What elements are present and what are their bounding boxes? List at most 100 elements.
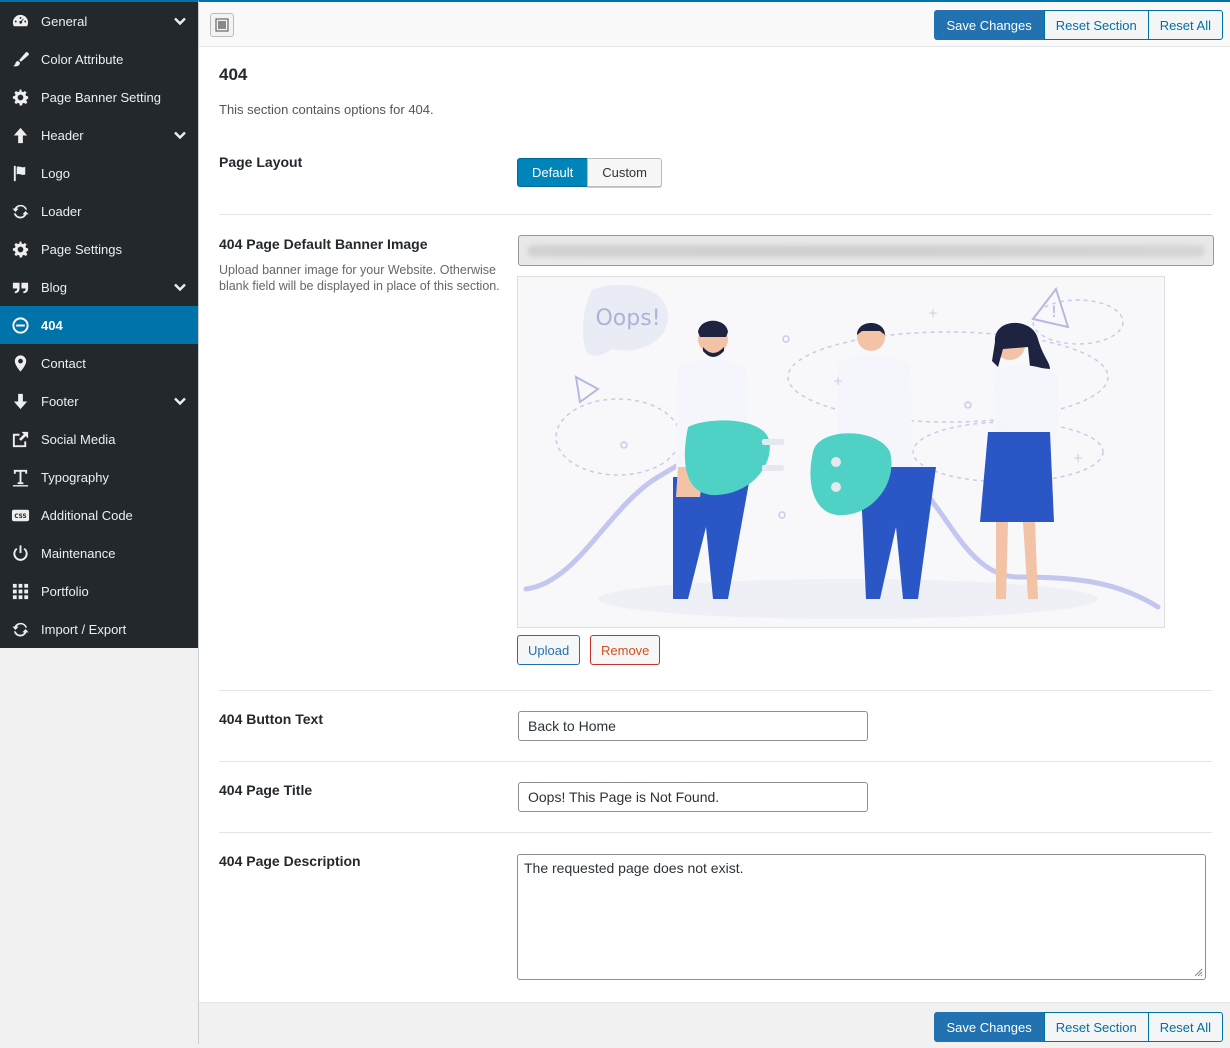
sidebar-item-label: Loader [41, 203, 82, 219]
quote-icon [10, 277, 30, 297]
svg-text:CSS: CSS [14, 513, 26, 519]
chevron-down-icon[interactable] [173, 128, 187, 142]
save-changes-button[interactable]: Save Changes [934, 1012, 1044, 1042]
sidebar-item-social-media[interactable]: Social Media [0, 420, 198, 458]
sidebar-item-color-attribute[interactable]: Color Attribute [0, 40, 198, 78]
button-text-input[interactable]: Back to Home [518, 711, 868, 741]
sidebar-item-maintenance[interactable]: Maintenance [0, 534, 198, 572]
oops-illustration-image: Oops! ! + + + [518, 277, 1164, 627]
sidebar-item-additional-code[interactable]: CSS Additional Code [0, 496, 198, 534]
save-changes-button[interactable]: Save Changes [934, 10, 1044, 40]
sidebar-item-label: Additional Code [41, 507, 133, 523]
sidebar-item-label: 404 [41, 317, 63, 333]
sidebar-item-general[interactable]: General [0, 2, 198, 40]
dashboard-gauge-icon [10, 11, 30, 31]
sidebar-item-label: Header [41, 127, 84, 143]
sidebar-item-typography[interactable]: Typography [0, 458, 198, 496]
layout-toggle-button[interactable] [210, 13, 234, 37]
button-text-label: 404 Button Text [219, 711, 323, 727]
sidebar-item-page-banner-setting[interactable]: Page Banner Setting [0, 78, 198, 116]
chevron-down-icon[interactable] [173, 280, 187, 294]
sidebar-item-label: Page Banner Setting [41, 89, 161, 105]
options-panel: Save Changes Reset Section Reset All 404… [198, 0, 1230, 1048]
text-t-icon [10, 467, 30, 487]
panel-layout-icon [215, 18, 229, 32]
location-pin-icon [10, 353, 30, 373]
sidebar-item-logo[interactable]: Logo [0, 154, 198, 192]
sidebar-item-label: Logo [41, 165, 70, 181]
sidebar-item-blog[interactable]: Blog [0, 268, 198, 306]
sidebar-item-loader[interactable]: Loader [0, 192, 198, 230]
chevron-down-icon[interactable] [173, 394, 187, 408]
sidebar-item-label: Typography [41, 469, 109, 485]
sidebar-item-portfolio[interactable]: Portfolio [0, 572, 198, 610]
svg-text:+: + [833, 374, 843, 388]
footer-button-group: Save Changes Reset Section Reset All [934, 1012, 1223, 1042]
gear-icon [10, 239, 30, 259]
divider [219, 761, 1212, 762]
refresh-icon [10, 201, 30, 221]
banner-image-label: 404 Page Default Banner Image [219, 236, 428, 252]
page-title-input[interactable]: Oops! This Page is Not Found. [518, 782, 868, 812]
layout-option-custom[interactable]: Custom [587, 158, 662, 187]
page-description-textarea[interactable]: The requested page does not exist. [517, 854, 1206, 980]
reset-section-button[interactable]: Reset Section [1043, 10, 1149, 40]
divider [219, 214, 1212, 215]
top-toolbar: Save Changes Reset Section Reset All [199, 2, 1230, 47]
divider [219, 832, 1212, 833]
section-title: 404 [219, 65, 248, 84]
oops-bubble-text: Oops! [595, 306, 660, 331]
sidebar-item-label: Social Media [41, 431, 116, 447]
reset-section-button[interactable]: Reset Section [1043, 1012, 1149, 1042]
sidebar-item-label: Color Attribute [41, 51, 124, 67]
remove-button[interactable]: Remove [590, 635, 661, 665]
gear-icon [10, 87, 30, 107]
minus-circle-icon [10, 315, 30, 335]
resize-grip-icon[interactable] [1193, 967, 1203, 977]
sidebar-item-label: Portfolio [41, 583, 89, 599]
reset-all-button[interactable]: Reset All [1147, 1012, 1223, 1042]
sidebar-item-label: Footer [41, 393, 79, 409]
arrow-up-icon [10, 125, 30, 145]
chevron-down-icon[interactable] [173, 14, 187, 28]
sidebar-item-label: Import / Export [41, 621, 127, 637]
section-description: This section contains options for 404. [219, 102, 434, 117]
power-icon [10, 543, 30, 563]
flag-icon [10, 163, 30, 183]
sidebar-item-import-export[interactable]: Import / Export [0, 610, 198, 648]
refresh-icon [10, 619, 30, 639]
banner-image-preview: Oops! ! + + + [517, 276, 1165, 628]
page-description-label: 404 Page Description [219, 853, 361, 869]
options-sidebar: General Color Attribute Page Banner Sett… [0, 0, 198, 648]
toolbar-button-group: Save Changes Reset Section Reset All [934, 10, 1223, 40]
upload-button[interactable]: Upload [517, 635, 581, 665]
sidebar-item-label: General [41, 13, 88, 29]
grid-icon [10, 581, 30, 601]
sidebar-item-label: Blog [41, 279, 68, 295]
layout-option-default[interactable]: Default [517, 158, 589, 187]
css-icon: CSS [10, 505, 30, 525]
page-title-label: 404 Page Title [219, 782, 313, 798]
svg-text:+: + [1073, 451, 1083, 465]
divider [219, 690, 1212, 691]
svg-text:!: ! [1051, 302, 1057, 321]
sidebar-item-footer[interactable]: Footer [0, 382, 198, 420]
arrow-down-icon [10, 391, 30, 411]
sidebar-item-label: Maintenance [41, 545, 116, 561]
svg-text:+: + [928, 306, 938, 320]
sidebar-item-page-settings[interactable]: Page Settings [0, 230, 198, 268]
sidebar-item-404[interactable]: 404 [0, 306, 198, 344]
page-layout-label: Page Layout [219, 154, 303, 170]
paintbrush-icon [10, 49, 30, 69]
sidebar-item-label: Page Settings [41, 241, 122, 257]
banner-image-url-field[interactable] [518, 235, 1214, 266]
bottom-toolbar: Save Changes Reset Section Reset All [199, 1002, 1230, 1048]
page-layout-selector: Default Custom [517, 158, 662, 187]
share-icon [10, 429, 30, 449]
banner-image-description: Upload banner image for your Website. Ot… [219, 263, 500, 293]
sidebar-item-contact[interactable]: Contact [0, 344, 198, 382]
reset-all-button[interactable]: Reset All [1147, 10, 1223, 40]
sidebar-item-header[interactable]: Header [0, 116, 198, 154]
sidebar-item-label: Contact [41, 355, 86, 371]
page-description-value: The requested page does not exist. [524, 860, 744, 876]
